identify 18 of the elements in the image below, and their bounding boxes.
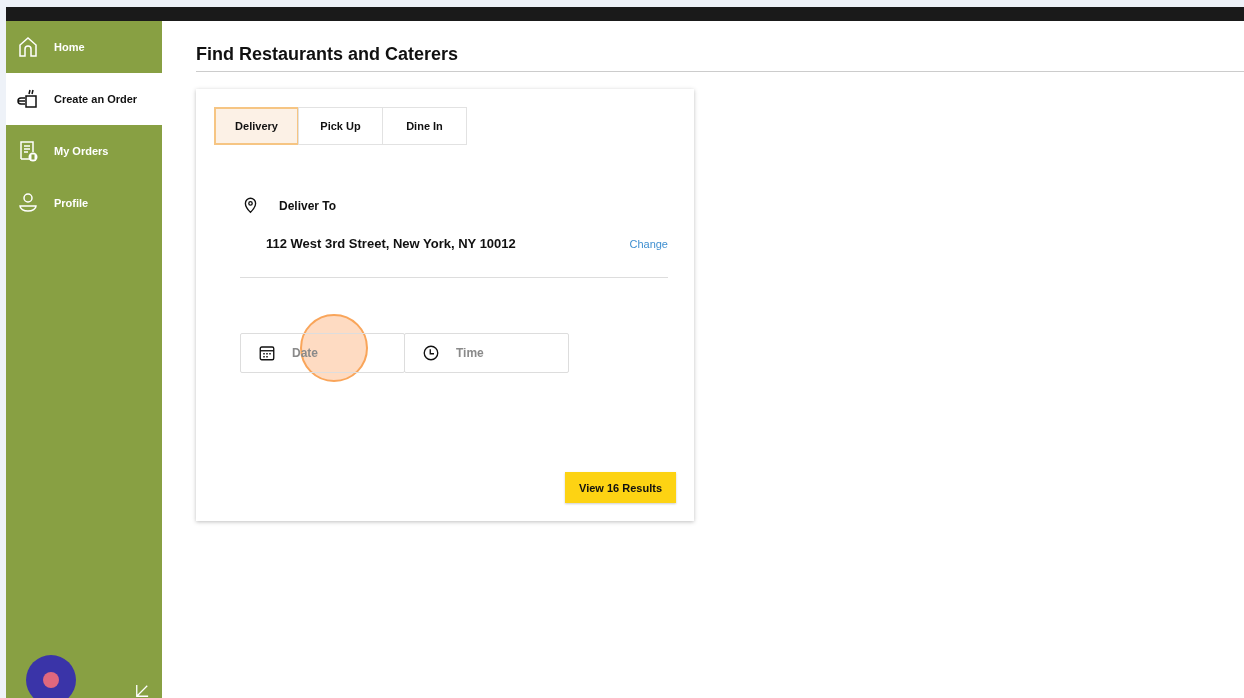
home-icon (16, 35, 40, 59)
delivery-address: 112 West 3rd Street, New York, NY 10012 (266, 236, 516, 251)
change-link[interactable]: Change (629, 237, 668, 250)
order-type-tab[interactable]: Pick Up (298, 107, 383, 145)
person-icon (16, 191, 40, 215)
record-icon[interactable] (26, 655, 76, 698)
view-results-button[interactable]: View 16 Results (565, 472, 676, 503)
deliver-to-label: Deliver To (279, 198, 337, 213)
time-field[interactable]: Time (404, 333, 569, 373)
calendar-icon (258, 344, 276, 362)
sidebar-item[interactable]: Create an Order (6, 73, 162, 125)
order-type-tab[interactable]: Dine In (382, 107, 467, 145)
collapse-icon[interactable] (134, 684, 150, 698)
page-title: Find Restaurants and Caterers (196, 21, 1244, 72)
order-type-tab[interactable]: Delivery (214, 107, 299, 145)
clock-icon (422, 344, 440, 362)
location-pin-icon (242, 197, 259, 214)
food-tray-icon (16, 87, 40, 111)
